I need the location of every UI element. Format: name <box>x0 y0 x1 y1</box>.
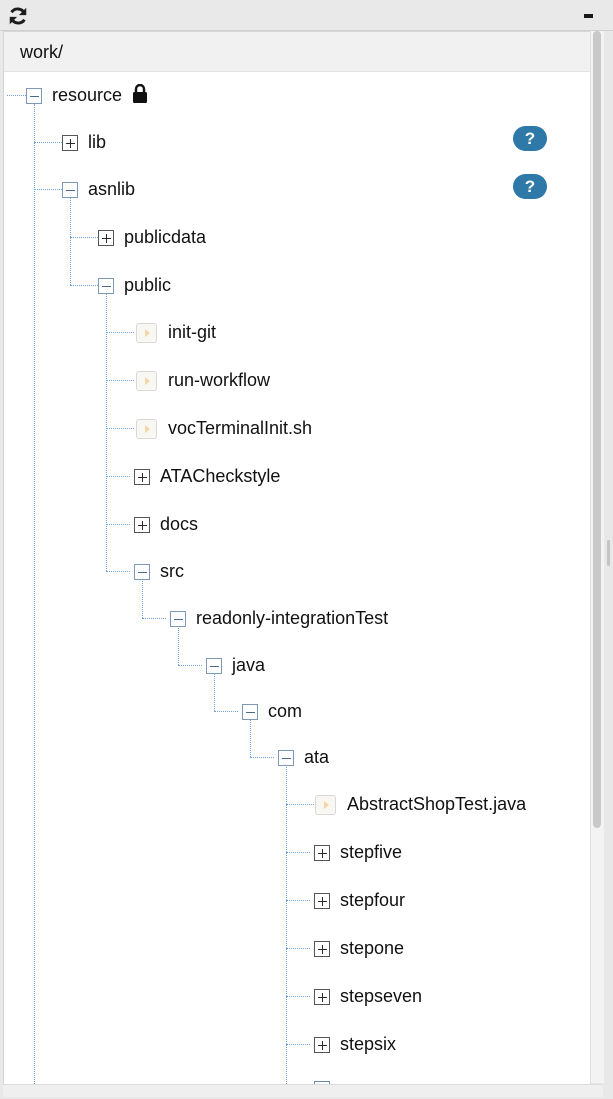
tree-node-java[interactable]: java <box>4 655 590 688</box>
node-label[interactable]: asnlib <box>88 179 135 200</box>
refresh-icon[interactable] <box>7 5 29 27</box>
tree-node-run-workflow[interactable]: run-workflow <box>4 370 590 403</box>
expand-toggle[interactable] <box>314 893 330 909</box>
horizontal-scrollbar[interactable] <box>3 1084 603 1097</box>
tree-node-stepseven[interactable]: stepseven <box>4 986 590 1019</box>
collapse-toggle[interactable] <box>62 182 78 198</box>
tree-node-publicdata[interactable]: publicdata <box>4 227 590 260</box>
node-label[interactable]: stepsix <box>340 1034 396 1055</box>
collapse-toggle[interactable] <box>134 564 150 580</box>
tree-node-com[interactable]: com <box>4 701 590 734</box>
tree-node-init-git[interactable]: init-git <box>4 322 590 355</box>
node-label[interactable]: run-workflow <box>168 370 270 391</box>
lock-icon <box>133 84 147 103</box>
node-label[interactable]: init-git <box>168 322 216 343</box>
resize-handle[interactable] <box>607 540 610 566</box>
help-icon[interactable]: ? <box>513 126 547 151</box>
expand-toggle[interactable] <box>314 989 330 1005</box>
help-icon[interactable]: ? <box>513 174 547 199</box>
tree-node-vocterminalinit[interactable]: vocTerminalInit.sh <box>4 418 590 451</box>
node-label[interactable]: lib <box>88 132 106 153</box>
node-label[interactable]: com <box>268 701 302 722</box>
node-label[interactable]: public <box>124 275 171 296</box>
node-label[interactable]: publicdata <box>124 227 206 248</box>
file-icon <box>315 795 336 815</box>
expand-toggle[interactable] <box>134 469 150 485</box>
expand-toggle[interactable] <box>314 941 330 957</box>
tree-node-src[interactable]: src <box>4 561 590 594</box>
collapse-toggle[interactable] <box>242 704 258 720</box>
tree-node-stepfour[interactable]: stepfour <box>4 890 590 923</box>
node-label[interactable]: resource <box>52 85 122 106</box>
current-path-bar: work/ <box>4 32 590 72</box>
expand-toggle[interactable] <box>314 845 330 861</box>
tree-node-ata[interactable]: ata <box>4 747 590 780</box>
minimize-icon[interactable] <box>584 14 593 18</box>
expand-toggle[interactable] <box>98 230 114 246</box>
expand-toggle[interactable] <box>314 1037 330 1053</box>
node-label[interactable]: stepseven <box>340 986 422 1007</box>
expand-toggle[interactable] <box>134 517 150 533</box>
tree-node-stepone[interactable]: stepone <box>4 938 590 971</box>
file-icon <box>136 419 157 439</box>
expand-toggle[interactable] <box>62 135 78 151</box>
node-label[interactable]: stepfour <box>340 890 405 911</box>
tree-node-public[interactable]: public <box>4 275 590 308</box>
tree-node-asnlib[interactable]: asnlib ? <box>4 174 590 212</box>
collapse-toggle[interactable] <box>170 611 186 627</box>
tree-node-readonly-integrationtest[interactable]: readonly-integrationTest <box>4 608 590 641</box>
tree-node-stepsix[interactable]: stepsix <box>4 1034 590 1067</box>
node-label[interactable]: readonly-integrationTest <box>196 608 388 629</box>
tree-node-abstractshoptest[interactable]: AbstractShopTest.java <box>4 794 590 827</box>
node-label[interactable]: stepone <box>340 938 404 959</box>
tree-node-atacheckstyle[interactable]: ATACheckstyle <box>4 466 590 499</box>
collapse-toggle[interactable] <box>98 278 114 294</box>
vertical-scrollbar[interactable] <box>590 31 604 1083</box>
tree-node-lib[interactable]: lib ? <box>4 126 590 165</box>
scrollbar-thumb[interactable] <box>593 31 601 828</box>
node-label[interactable]: AbstractShopTest.java <box>347 794 526 815</box>
node-label[interactable]: vocTerminalInit.sh <box>168 418 312 439</box>
tree-node-stepfive[interactable]: stepfive <box>4 842 590 875</box>
file-icon <box>136 371 157 391</box>
file-tree-panel: work/ resource lib ? asnlib ? publicdata… <box>3 31 591 1085</box>
file-icon <box>136 323 157 343</box>
current-path: work/ <box>20 42 64 62</box>
collapse-toggle[interactable] <box>206 658 222 674</box>
collapse-toggle[interactable] <box>278 750 294 766</box>
collapse-toggle[interactable] <box>26 88 42 104</box>
node-label[interactable]: ata <box>304 747 329 768</box>
node-label[interactable]: src <box>160 561 184 582</box>
node-label[interactable]: java <box>232 655 265 676</box>
tree-node-resource[interactable]: resource <box>4 84 590 118</box>
node-label[interactable]: ATACheckstyle <box>160 466 280 487</box>
node-label[interactable]: docs <box>160 514 198 535</box>
toolbar <box>0 0 613 31</box>
tree-node-docs[interactable]: docs <box>4 514 590 547</box>
node-label[interactable]: stepfive <box>340 842 402 863</box>
